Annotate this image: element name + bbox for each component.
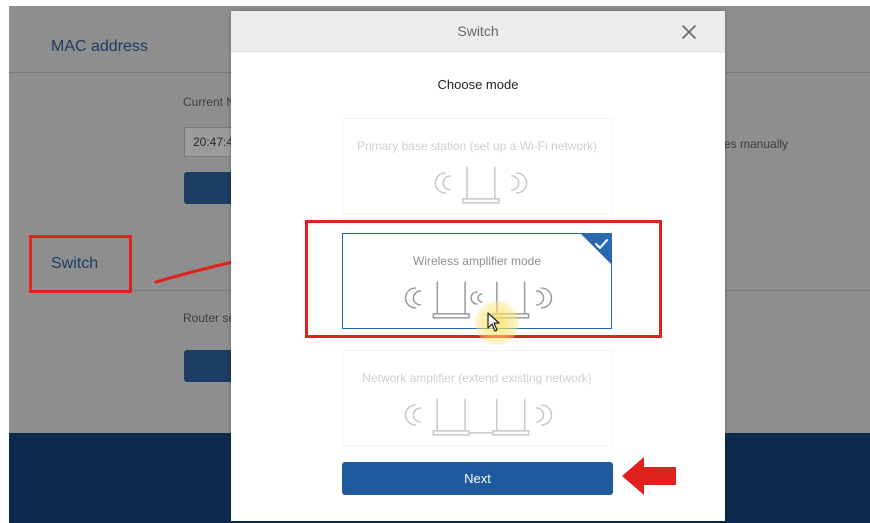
mode-option-network-amplifier[interactable]: Network amplifier (extend existing netwo… [342, 350, 612, 446]
close-icon[interactable] [676, 19, 702, 45]
choose-mode-label: Choose mode [437, 77, 519, 92]
router-label: Router se [183, 311, 236, 325]
dialog-title: Switch [457, 23, 499, 39]
dialog-header: Switch [231, 11, 725, 53]
annotation-arrow-next [622, 457, 676, 495]
mouse-pointer-icon [487, 312, 500, 332]
mode-label: Primary base station (set up a Wi-Fi net… [356, 139, 598, 153]
mac-address-heading: MAC address [51, 38, 148, 55]
manual-option-label: es manually [724, 137, 789, 151]
mode-label: Network amplifier (extend existing netwo… [362, 371, 592, 385]
next-button[interactable]: Next [342, 462, 613, 495]
mode-option-primary-base-station[interactable]: Primary base station (set up a Wi-Fi net… [342, 118, 612, 214]
router-icon [434, 166, 528, 204]
current-mac-label: Current N [183, 95, 236, 109]
annotation-box-switch [29, 235, 132, 293]
wired-extender-icon [404, 398, 553, 436]
